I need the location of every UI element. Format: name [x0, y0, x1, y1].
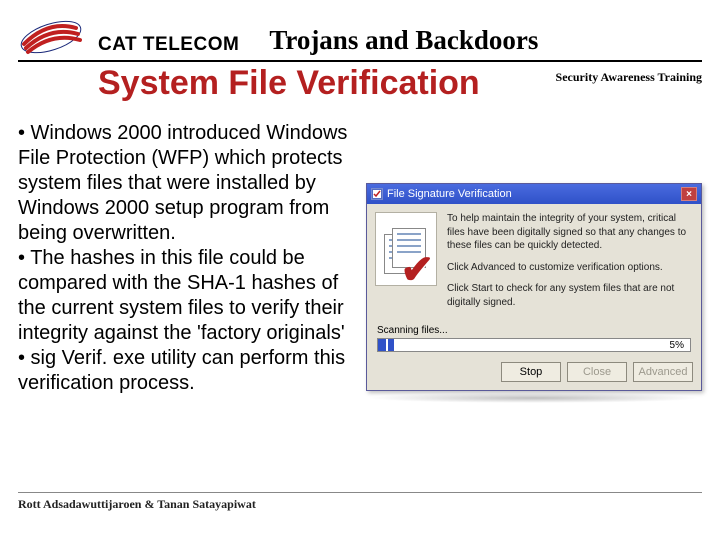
dialog-title: File Signature Verification [387, 188, 512, 200]
dialog-hero-icon: ✔ [375, 212, 437, 286]
dialog-hint-start: Click Start to check for any system file… [447, 282, 691, 309]
slide: CAT TELECOM Trojans and Backdoors System… [0, 0, 720, 540]
app-icon [371, 188, 383, 200]
dialog-window: File Signature Verification × ✔ To help … [366, 183, 702, 391]
footer-authors: Rott Adsadawuttijaroen & Tanan Satayapiw… [18, 497, 256, 511]
scanning-label: Scanning files... [377, 325, 691, 336]
dialog-intro: To help maintain the integrity of your s… [447, 212, 691, 253]
dialog-hint-advanced: Click Advanced to customize verification… [447, 261, 691, 275]
stop-button[interactable]: Stop [501, 362, 561, 382]
progress-bar: 5% [377, 338, 691, 352]
dialog-titlebar: File Signature Verification × [367, 184, 701, 204]
close-icon[interactable]: × [681, 187, 697, 201]
progress-percent: 5% [670, 339, 684, 353]
scan-row: Scanning files... 5% [367, 323, 701, 356]
progress-fill [378, 339, 394, 351]
screenshot-wrap: File Signature Verification × ✔ To help … [366, 121, 702, 403]
footer: Rott Adsadawuttijaroen & Tanan Satayapiw… [18, 492, 702, 512]
checkmark-icon: ✔ [400, 258, 434, 282]
dialog-button-row: Stop Close Advanced [367, 356, 701, 390]
corner-note: Security Awareness Training [556, 70, 702, 85]
logo-swoosh-icon [18, 14, 84, 60]
bullet-item: • The hashes in this file could be compa… [18, 246, 360, 346]
logo: CAT TELECOM [18, 14, 269, 60]
brand-name: CAT TELECOM [98, 34, 239, 60]
advanced-button[interactable]: Advanced [633, 362, 693, 382]
bullet-item: • sig Verif. exe utility can perform thi… [18, 346, 360, 396]
bullet-item: • Windows 2000 introduced Windows File P… [18, 121, 360, 246]
bullet-list: • Windows 2000 introduced Windows File P… [18, 121, 366, 403]
dialog-body: ✔ To help maintain the integrity of your… [367, 204, 701, 323]
screenshot-shadow [366, 393, 702, 403]
body: • Windows 2000 introduced Windows File P… [18, 121, 702, 403]
header: CAT TELECOM Trojans and Backdoors [18, 14, 702, 62]
dialog-text: To help maintain the integrity of your s… [447, 212, 691, 317]
close-button[interactable]: Close [567, 362, 627, 382]
title-row: System File Verification Security Awaren… [18, 64, 702, 103]
topic-title: Trojans and Backdoors [269, 25, 702, 60]
